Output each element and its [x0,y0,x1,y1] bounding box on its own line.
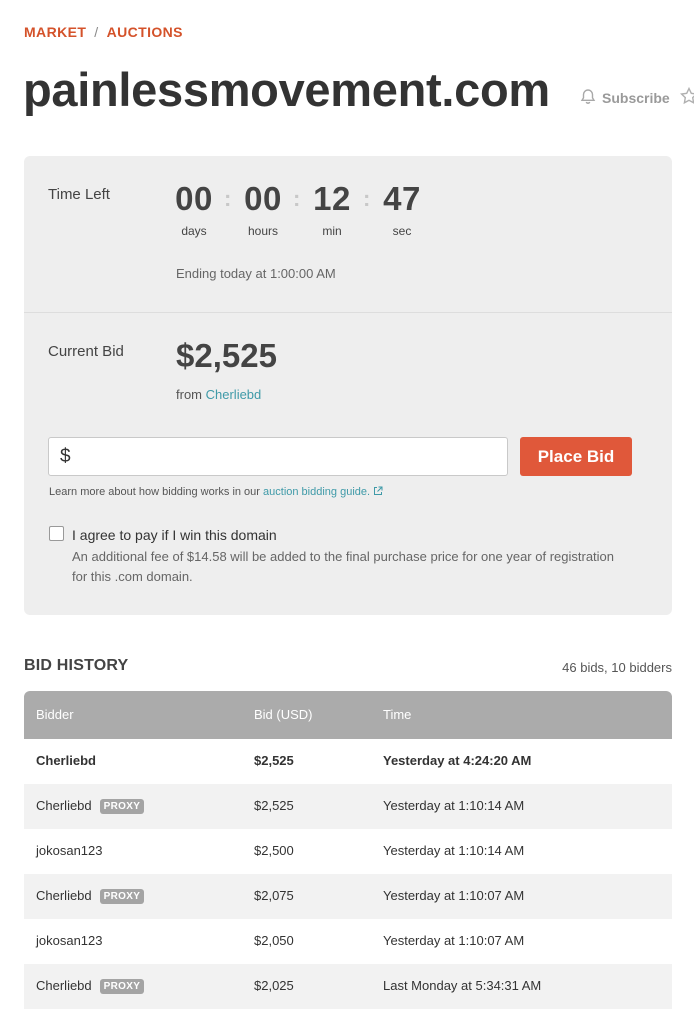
learn-text: Learn more about how bidding works in ou… [49,486,260,498]
countdown-days-unit: days [181,224,207,238]
agree-label[interactable]: I agree to pay if I win this domain [72,527,277,543]
bid-time-cell: Last Monday at 5:34:31 AM [383,978,542,993]
bidder-name: Cherliebd [36,978,92,993]
bid-amount-cell: $2,075 [254,888,294,903]
countdown-colon: : [363,186,371,211]
table-row: jokosan123 $2,050 Yesterday at 1:10:07 AM [24,919,672,964]
table-row: jokosan123 $2,500 Yesterday at 1:10:14 AM [24,829,672,874]
bid-time-cell: Yesterday at 1:10:14 AM [383,798,525,813]
column-bid: Bid (USD) [254,707,313,722]
bid-amount-cell: $2,025 [254,978,294,993]
countdown-hours: 00 [244,180,282,217]
countdown-hours-unit: hours [247,224,279,238]
bidder-name: Cherliebd [36,888,92,903]
bid-history-table: Bidder Bid (USD) Time Cherliebd $2,525 Yes… [24,691,672,1009]
bidding-guide-note: Learn more about how bidding works in ou… [49,486,383,499]
bell-icon [580,88,596,108]
countdown-colon: : [293,186,301,211]
currency-prefix: $ [60,445,71,467]
panel-divider [24,312,672,313]
bid-amount-cell: $2,525 [254,798,294,813]
place-bid-button[interactable]: Place Bid [520,437,632,476]
page-title: painlessmovement.com [23,63,550,116]
breadcrumb-separator: / [94,24,99,40]
breadcrumb: MARKET / AUCTIONS [24,24,183,40]
bidder-cell: Cherliebd PROXY [36,888,145,904]
table-row: Cherliebd $2,525 Yesterday at 4:24:20 AM [24,739,672,784]
proxy-badge: PROXY [99,979,145,994]
bidding-guide-link[interactable]: auction bidding guide. [263,486,383,498]
table-row: Cherliebd PROXY $2,025 Last Monday at 5:34:… [24,964,672,1009]
bidder-cell: jokosan123 [36,933,103,948]
countdown-min-unit: min [322,224,342,238]
bid-amount-cell: $2,050 [254,933,294,948]
countdown-days: 00 [175,180,213,217]
countdown-min: 12 [313,180,351,217]
current-bid-label: Current Bid [48,343,124,360]
bidder-cell: Cherliebd PROXY [36,978,145,994]
current-bidder-link[interactable]: Cherliebd [206,387,262,402]
external-link-icon [373,486,383,499]
breadcrumb-market[interactable]: MARKET [24,24,86,40]
bidder-name: Cherliebd [36,798,92,813]
bidder-cell: Cherliebd PROXY [36,798,145,814]
from-prefix: from [176,387,202,402]
countdown-colon: : [224,186,232,211]
star-icon[interactable] [679,86,694,110]
current-bid-amount: $2,525 [176,337,277,374]
bidder-name: Cherliebd [36,753,96,768]
countdown-sec: 47 [383,180,421,217]
bid-time-cell: Yesterday at 1:10:14 AM [383,843,525,858]
table-row: Cherliebd PROXY $2,075 Yesterday at 1:10:07… [24,874,672,919]
bid-amount-input[interactable] [70,438,507,475]
bid-amount-cell: $2,500 [254,843,294,858]
column-bidder: Bidder [36,707,74,722]
current-bidder: from Cherliebd [176,387,261,402]
bid-amount-cell: $2,525 [254,753,294,768]
breadcrumb-auctions[interactable]: AUCTIONS [107,24,183,40]
auction-panel: Time Left 00 days : 00 hours : 12 min : … [24,156,672,615]
subscribe-button[interactable]: Subscribe [580,88,670,108]
subscribe-label: Subscribe [602,90,670,106]
ending-text: Ending today at 1:00:00 AM [176,266,336,281]
proxy-badge: PROXY [99,799,145,814]
bidder-cell: jokosan123 [36,843,103,858]
countdown-sec-unit: sec [392,224,412,238]
bid-time-cell: Yesterday at 1:10:07 AM [383,888,525,903]
bid-time-cell: Yesterday at 4:24:20 AM [383,753,532,768]
fee-notice: An additional fee of $14.58 will be adde… [72,549,615,584]
column-time: Time [383,707,412,722]
bidder-name: jokosan123 [36,933,103,948]
bid-history-title: BID HISTORY [24,657,129,674]
bidder-name: jokosan123 [36,843,103,858]
agree-checkbox[interactable] [49,526,64,541]
time-left-label: Time Left [48,186,110,203]
bidding-guide-label: auction bidding guide. [263,486,371,498]
table-row: Cherliebd PROXY $2,525 Yesterday at 1:10:14… [24,784,672,829]
table-header: Bidder Bid (USD) Time [24,691,672,739]
bid-history-count: 46 bids, 10 bidders [562,660,672,675]
bid-input-container: $ [48,437,508,476]
bid-time-cell: Yesterday at 1:10:07 AM [383,933,525,948]
bidder-cell: Cherliebd [36,753,96,768]
proxy-badge: PROXY [99,889,145,904]
